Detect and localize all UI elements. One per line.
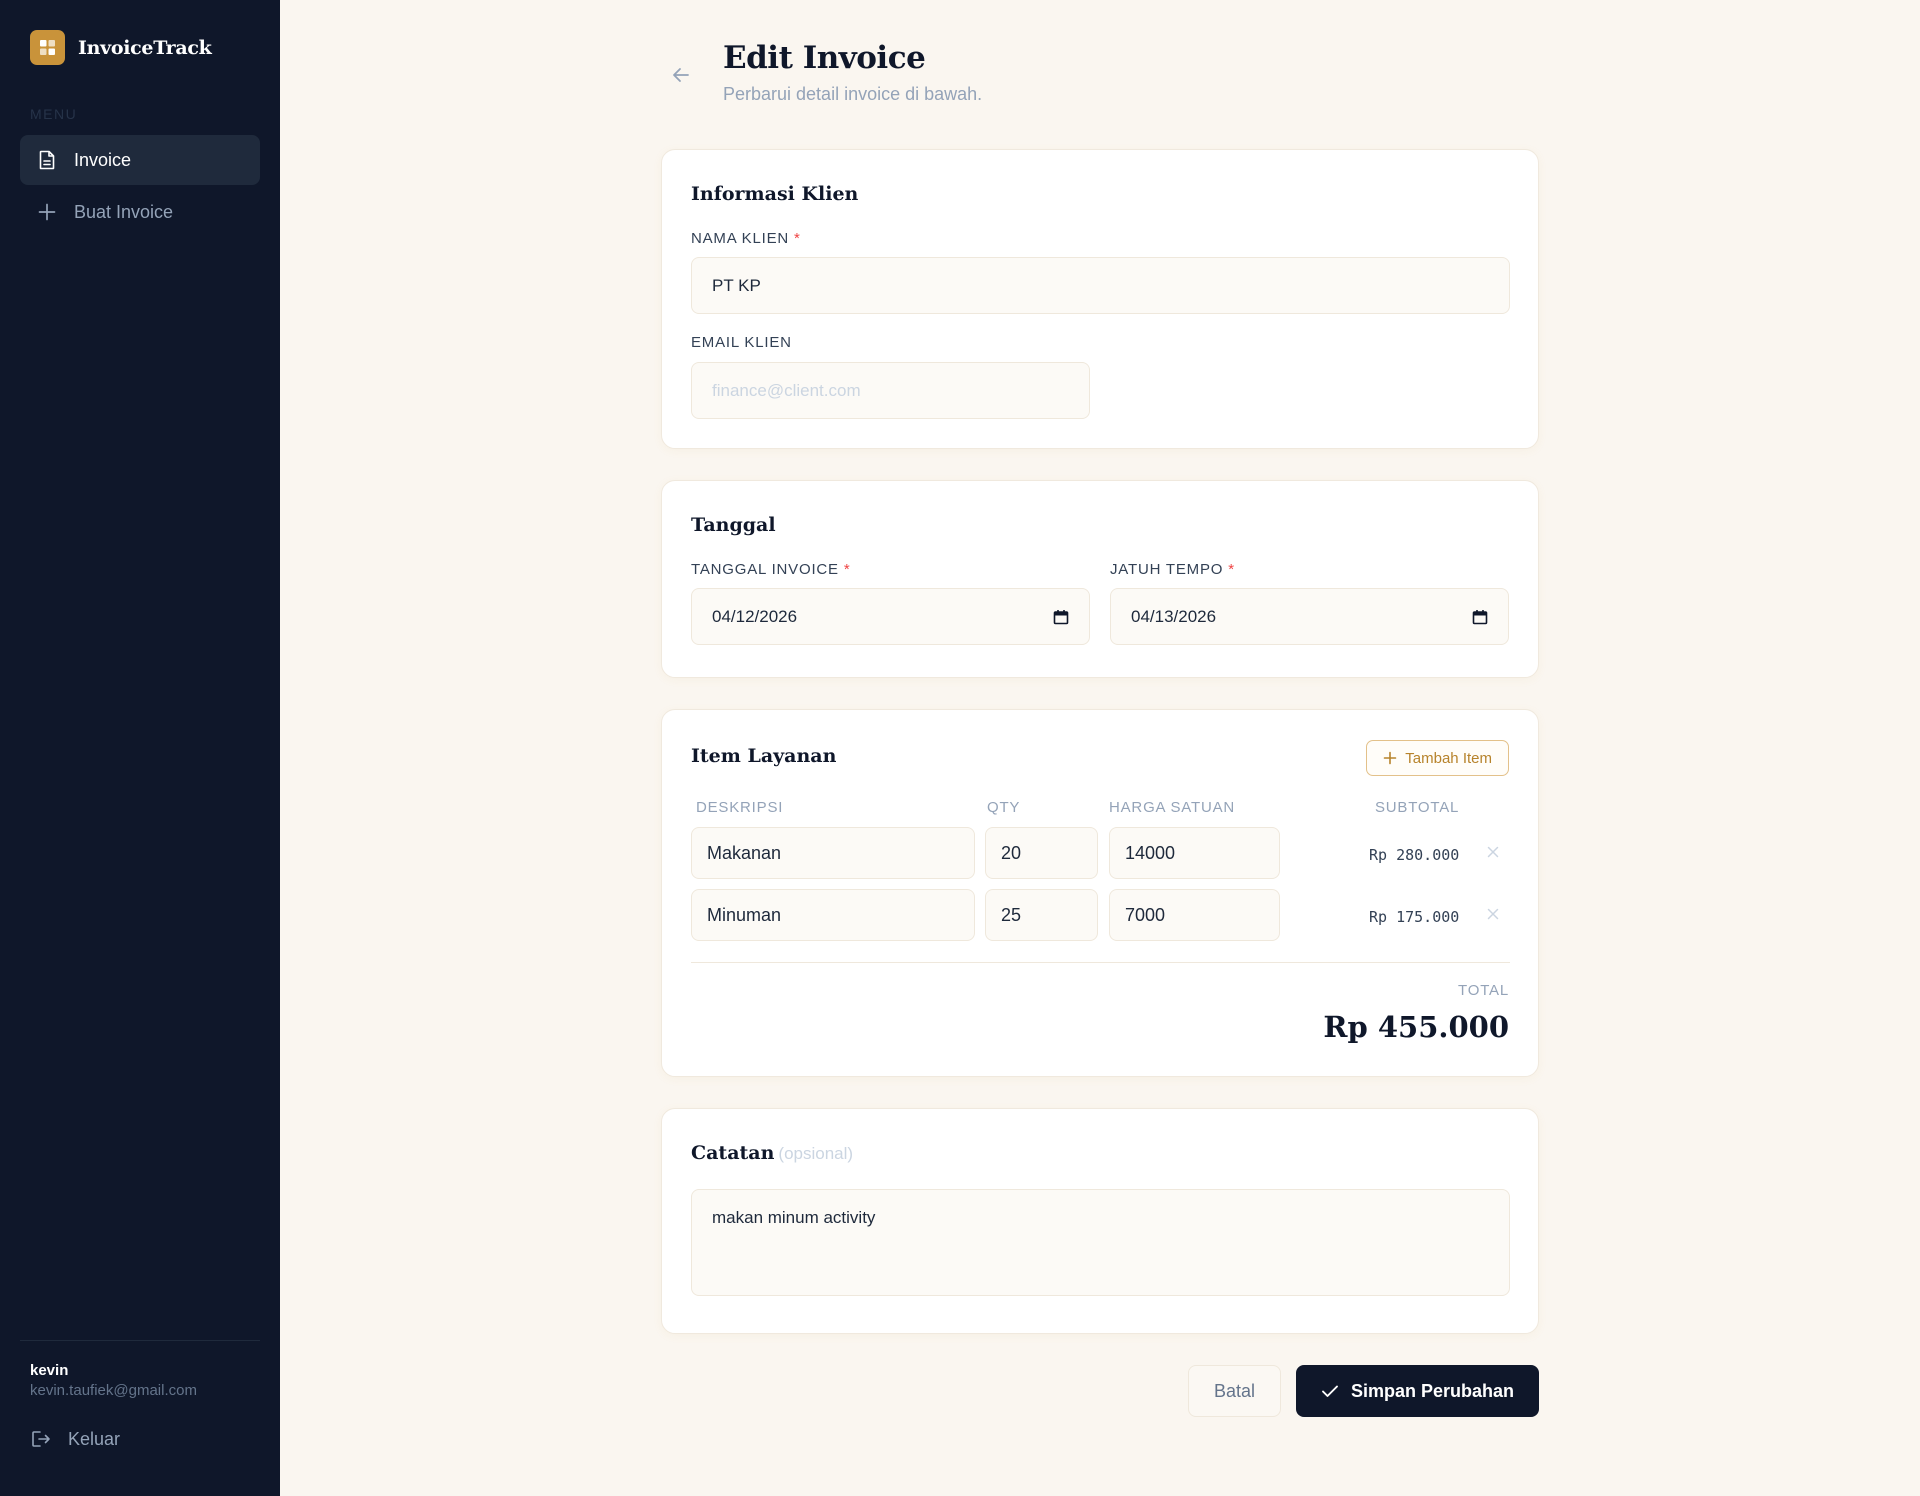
document-icon bbox=[36, 149, 58, 171]
client-email-label: EMAIL KLIEN bbox=[691, 334, 792, 351]
arrow-left-icon bbox=[673, 68, 689, 82]
item-price-input[interactable]: 14000 bbox=[1109, 827, 1280, 879]
item-description-input[interactable]: Minuman bbox=[691, 889, 975, 941]
due-date-value: 04/13/2026 bbox=[1131, 606, 1217, 626]
item-description-input[interactable]: Makanan bbox=[691, 827, 975, 879]
add-item-button[interactable]: Tambah Item bbox=[1366, 740, 1509, 776]
total-label: TOTAL bbox=[1458, 982, 1509, 999]
check-icon bbox=[1321, 1382, 1339, 1400]
invoice-date-label: TANGGAL INVOICE * bbox=[691, 561, 851, 578]
close-icon bbox=[1487, 908, 1499, 920]
due-date-input[interactable]: 04/13/2026 bbox=[1110, 588, 1509, 645]
add-item-label: Tambah Item bbox=[1405, 749, 1492, 767]
app-logo-icon bbox=[30, 30, 65, 65]
client-name-input[interactable]: PT KP bbox=[691, 257, 1510, 314]
items-divider bbox=[691, 962, 1510, 963]
cancel-button[interactable]: Batal bbox=[1188, 1365, 1281, 1417]
page-title: Edit Invoice bbox=[723, 40, 926, 76]
sidebar-item-label: Invoice bbox=[74, 149, 132, 170]
remove-item-button[interactable] bbox=[1485, 844, 1501, 860]
card-title: Informasi Klien bbox=[691, 183, 859, 205]
column-header-unit-price: HARGA SATUAN bbox=[1109, 799, 1236, 816]
user-name: kevin bbox=[30, 1362, 69, 1379]
menu-section-label: MENU bbox=[30, 106, 78, 122]
dates-card: Tanggal TANGGAL INVOICE * 04/12/2026 JAT… bbox=[661, 480, 1539, 678]
optional-hint: (opsional) bbox=[778, 1144, 854, 1163]
item-qty-input[interactable]: 20 bbox=[985, 827, 1098, 879]
brand[interactable]: InvoiceTrack bbox=[30, 30, 212, 65]
client-info-card: Informasi Klien NAMA KLIEN * PT KP EMAIL… bbox=[661, 149, 1539, 449]
client-name-label: NAMA KLIEN * bbox=[691, 230, 801, 247]
plus-icon bbox=[1383, 751, 1397, 765]
save-changes-label: Simpan Perubahan bbox=[1350, 1380, 1515, 1401]
item-price-input[interactable]: 7000 bbox=[1109, 889, 1280, 941]
card-title: Item Layanan bbox=[691, 745, 837, 767]
card-title: Catatan (opsional) bbox=[691, 1142, 854, 1164]
sidebar-divider bbox=[20, 1340, 260, 1341]
column-header-qty: QTY bbox=[987, 799, 1021, 816]
due-date-label: JATUH TEMPO * bbox=[1110, 561, 1235, 578]
user-email: kevin.taufiek@gmail.com bbox=[30, 1382, 197, 1399]
sidebar: InvoiceTrack MENU Invoice Buat Invoice k… bbox=[0, 0, 280, 1496]
back-button[interactable] bbox=[668, 62, 694, 88]
invoice-date-value: 04/12/2026 bbox=[712, 606, 798, 626]
total-value: Rp 455.000 bbox=[1323, 1010, 1509, 1044]
plus-icon bbox=[36, 201, 58, 223]
logout-label: Keluar bbox=[68, 1428, 121, 1449]
notes-textarea[interactable]: makan minum activity bbox=[691, 1189, 1510, 1296]
sidebar-item-buat-invoice[interactable]: Buat Invoice bbox=[20, 187, 260, 237]
invoice-date-input[interactable]: 04/12/2026 bbox=[691, 588, 1090, 645]
page-subtitle: Perbarui detail invoice di bawah. bbox=[723, 84, 983, 104]
column-header-description: DESKRIPSI bbox=[696, 799, 784, 816]
logout-button[interactable]: Keluar bbox=[30, 1428, 120, 1450]
sidebar-item-invoice[interactable]: Invoice bbox=[20, 135, 260, 185]
client-email-input[interactable]: finance@client.com bbox=[691, 362, 1090, 419]
service-items-card: Item Layanan Tambah Item DESKRIPSI QTY H… bbox=[661, 709, 1539, 1077]
item-subtotal: Rp 175.000 bbox=[1369, 908, 1460, 926]
card-title: Tanggal bbox=[691, 514, 776, 536]
save-changes-button[interactable]: Simpan Perubahan bbox=[1296, 1365, 1539, 1417]
app-name: InvoiceTrack bbox=[78, 36, 212, 59]
logout-icon bbox=[30, 1428, 52, 1450]
notes-card: Catatan (opsional) makan minum activity bbox=[661, 1108, 1539, 1334]
calendar-icon[interactable] bbox=[1053, 609, 1069, 625]
calendar-icon[interactable] bbox=[1472, 609, 1488, 625]
sidebar-item-label: Buat Invoice bbox=[74, 201, 174, 222]
item-qty-input[interactable]: 25 bbox=[985, 889, 1098, 941]
close-icon bbox=[1487, 846, 1499, 858]
column-header-subtotal: SUBTOTAL bbox=[1375, 799, 1460, 816]
remove-item-button[interactable] bbox=[1485, 906, 1501, 922]
item-subtotal: Rp 280.000 bbox=[1369, 846, 1460, 864]
